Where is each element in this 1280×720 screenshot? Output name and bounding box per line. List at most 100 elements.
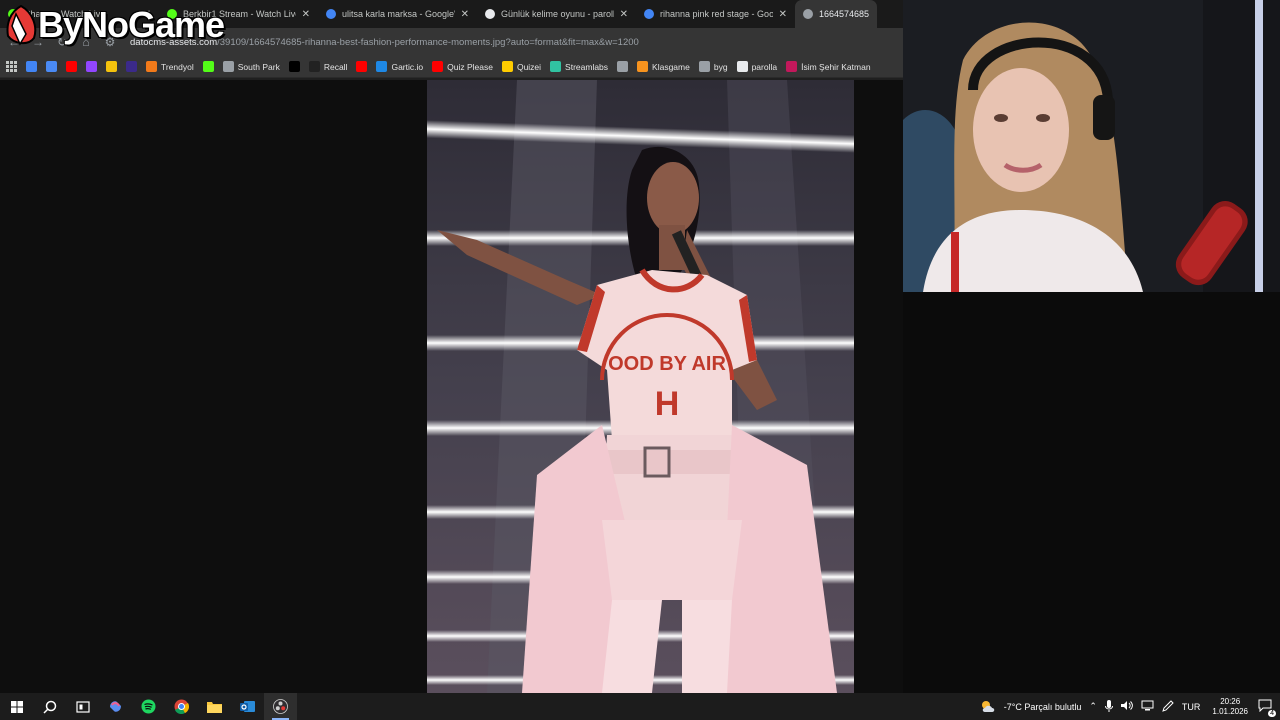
bookmark-9[interactable] [288,61,300,72]
empty-panel [903,292,1280,693]
apps-icon[interactable] [6,61,17,72]
chevron-up-icon[interactable]: ⌃ [1089,701,1097,712]
bookmark-7[interactable] [202,61,214,72]
chrome-icon[interactable] [165,693,198,720]
stage-illustration: OOD BY AIR H [427,80,854,693]
translate-icon [46,61,57,72]
performer-photo: OOD BY AIR H [427,80,854,693]
bookmark-3[interactable] [86,61,97,72]
bookmark-17[interactable]: Klasgame [637,61,690,72]
streamlabs-icon [550,61,562,72]
isim-icon [786,61,798,72]
bookmark-1[interactable] [46,61,57,72]
bookmark-label: Quiz Please [447,61,493,72]
spotify-icon[interactable] [132,693,165,720]
tab-title: ulitsa karla marksa - Google'da [342,9,455,19]
bookmark-label: byg [713,61,728,72]
close-tab-icon[interactable]: ✕ [620,9,628,20]
bookmark-13[interactable]: Quiz Please [432,61,493,72]
speaker-icon[interactable] [1120,700,1133,713]
search-icon[interactable] [33,693,66,720]
url-path: /39109/1664574685-rihanna-best-fashion-p… [217,36,639,48]
bookmark-12[interactable]: Gartic.io [376,61,423,72]
bookmark-label: Streamlabs [565,61,609,72]
parolla-icon [736,61,748,72]
youtube-icon [356,61,368,72]
shirt-letter: H [655,385,680,423]
twitch-icon [86,61,97,72]
byg-icon [698,61,710,72]
tab-favicon-icon [485,9,495,19]
bookmark-5[interactable] [126,61,137,72]
tab-favicon-icon [644,9,654,19]
google-icon [26,61,37,72]
bookmark-label: parolla [751,61,778,72]
clock-time: 20:26 [1220,696,1241,706]
klasgame-icon [637,61,649,72]
tab-2[interactable]: ulitsa karla marksa - Google'da ✕ [318,0,477,28]
bookmark-10[interactable]: Recall [308,61,347,72]
tab-favicon-icon [803,9,813,19]
logo-mark-icon [4,4,38,46]
start-icon[interactable] [0,693,33,720]
file-explorer-icon[interactable] [198,693,231,720]
bookmark-label: Quizei [516,61,542,72]
language-indicator[interactable]: TUR [1182,702,1201,712]
bookmark-16[interactable] [617,61,629,72]
task-view-icon[interactable] [66,693,99,720]
bookmark-19[interactable]: parolla [736,61,778,72]
youtube-icon [66,61,77,72]
bookmark-label: Gartic.io [391,61,424,72]
kick-icon [202,61,214,72]
x-icon [288,61,300,72]
close-tab-icon[interactable]: ✕ [302,9,310,20]
tab-title: 1664574685-rihan [819,9,869,19]
windows-taskbar: -7°C Parçalı bulutlu ⌃ TUR 20:26 1.01.20… [0,693,1280,720]
bookmark-4[interactable] [106,61,117,72]
bookmark-label: Trendyol [161,61,194,72]
obs-icon[interactable] [264,693,297,720]
globe-icon [617,61,629,72]
bookmark-0[interactable] [26,61,37,72]
logo-text: ByNoGame [38,4,225,45]
trendyol-icon [146,61,157,72]
bookmark-label: South Park [237,61,280,72]
app-icon [126,61,137,72]
close-tab-icon[interactable]: ✕ [461,9,469,20]
network-icon[interactable] [1141,700,1154,713]
notification-count: 4 [1268,710,1276,717]
tab-title: rihanna pink red stage - Googl [660,9,773,19]
youtube-icon [432,61,444,72]
outlook-icon[interactable] [231,693,264,720]
bookmark-11[interactable] [356,61,368,72]
copilot-icon[interactable] [99,693,132,720]
pen-icon[interactable] [1162,699,1174,714]
tab-4[interactable]: rihanna pink red stage - Googl ✕ [636,0,795,28]
bookmark-20[interactable]: İsim Şehir Katman [786,61,871,72]
clock[interactable]: 20:26 1.01.2026 [1212,697,1248,717]
bookmark-14[interactable]: Quizei [501,61,542,72]
bookmark-2[interactable] [66,61,77,72]
recall-icon [308,61,320,72]
bookmark-18[interactable]: byg [698,61,728,72]
quizei-icon [501,61,513,72]
bookmark-15[interactable]: Streamlabs [550,61,608,72]
weather-icon[interactable] [980,699,996,715]
globe-icon [222,61,234,72]
close-tab-icon[interactable]: ✕ [779,9,787,20]
tab-5[interactable]: 1664574685-rihan [795,0,877,28]
bynogame-logo: ByNoGame [4,2,225,48]
shirt-print: OOD BY AIR [608,353,726,375]
bookmark-8[interactable]: South Park [222,61,280,72]
bookmark-label: İsim Şehir Katman [801,61,871,72]
tab-3[interactable]: Günlük kelime oyunu - parolla ✕ [477,0,636,28]
webcam-feed [903,0,1280,292]
gartic-icon [376,61,388,72]
microphone-icon[interactable] [1104,699,1113,714]
notification-center[interactable]: 4 [1258,699,1276,717]
weather-text[interactable]: -7°C Parçalı bulutlu [1004,702,1082,712]
bookmarks-bar: Trendyol South Park Recall Gartic.io Quiz Pl… [0,56,903,78]
tab-title: Günlük kelime oyunu - parolla [501,9,614,19]
bookmark-6[interactable]: Trendyol [146,61,194,72]
system-tray: -7°C Parçalı bulutlu ⌃ TUR 20:26 1.01.20… [980,693,1280,720]
